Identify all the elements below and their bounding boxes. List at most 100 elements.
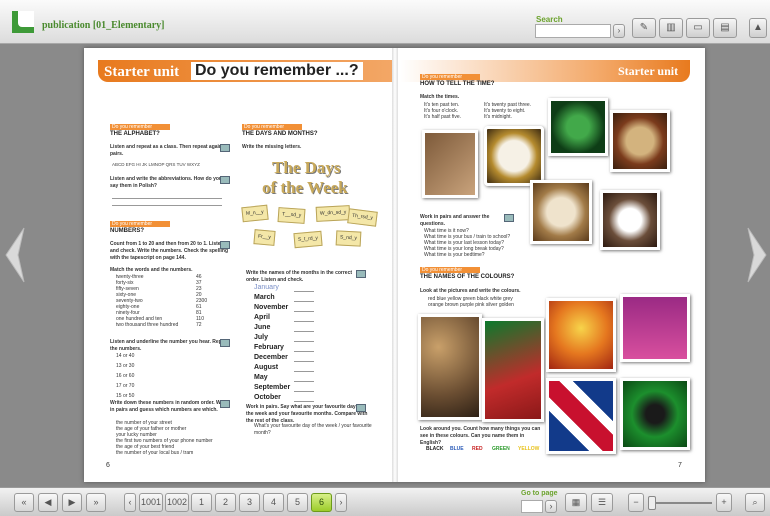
goto-button[interactable]: › <box>545 500 557 513</box>
page-button[interactable]: 3 <box>239 493 260 512</box>
day-card: M_n__y <box>241 204 269 223</box>
colour-photo-c <box>546 298 616 372</box>
unit-title: Starter unit <box>618 64 679 78</box>
day-card: S_nd_y <box>335 230 362 247</box>
exercise-7: Write the missing letters. <box>242 144 302 150</box>
colour-photo-f <box>620 378 690 450</box>
zoom-in-button[interactable]: + <box>716 493 732 512</box>
list-item: the number of your local bus / tram <box>116 450 194 456</box>
list-view-button[interactable]: ☰ <box>591 493 613 512</box>
section-tag: Do you remember <box>242 124 302 130</box>
chevron-right-icon: › <box>549 501 553 511</box>
section-tag: Do you remember <box>110 124 170 130</box>
days-title-1: The Days <box>272 158 341 177</box>
page-button[interactable]: 1001 <box>139 493 163 512</box>
audio-icon <box>356 270 366 278</box>
month-item: April <box>254 314 270 321</box>
page-button[interactable]: 5 <box>287 493 308 512</box>
exercise-3: Count from 1 to 20 and then from 20 to 1… <box>110 241 228 261</box>
minus-icon: − <box>633 497 639 507</box>
tools-button[interactable]: ✎ <box>632 18 656 38</box>
alphabet-row: ABCD EFG HI JK LMNOP QRS TUV WXYZ <box>112 162 200 167</box>
prev-page-arrow[interactable] <box>4 226 26 284</box>
clock-photo-a <box>422 130 478 198</box>
answer-line <box>112 205 222 206</box>
month-item: March <box>254 294 275 301</box>
book-spread: Starter unit Do you remember ...? Do you… <box>84 48 705 482</box>
page-button[interactable]: 1002 <box>165 493 189 512</box>
month-item: August <box>254 364 279 371</box>
section-title: THE DAYS AND MONTHS? <box>242 131 318 137</box>
page-button-current[interactable]: 6 <box>311 493 332 512</box>
exercise-11: Work in pairs and answer the questions. <box>420 214 490 227</box>
list-item: What time is your bedtime? <box>424 252 485 258</box>
month-item: February <box>254 344 284 351</box>
page-number: 7 <box>678 462 682 469</box>
clock-photo-e <box>530 180 592 244</box>
pairwork-icon <box>504 214 514 222</box>
bottom-toolbar: « ◀ ▶ » ‹ 1001 1002 1 2 3 4 5 6 › Go to … <box>0 487 770 516</box>
fullscreen-button[interactable]: ⌕ <box>745 493 765 512</box>
grid-icon: ▦ <box>571 497 581 507</box>
day-card: T__sd_y <box>277 207 306 224</box>
unit-title: Starter unit <box>104 64 180 80</box>
print-button[interactable]: ▤ <box>713 18 737 38</box>
audio-icon <box>220 144 230 152</box>
day-card: Fr__y <box>253 229 276 246</box>
zoom-slider-handle[interactable] <box>648 496 656 510</box>
exercise-10: Match the times. <box>420 94 460 100</box>
page-button[interactable]: 4 <box>263 493 284 512</box>
next-button[interactable]: ▶ <box>62 493 82 512</box>
colour-photo-a <box>418 314 482 420</box>
clock-photo-f <box>600 190 660 250</box>
page-button[interactable]: 1 <box>191 493 212 512</box>
day-card: S_t_rd_y <box>293 230 323 249</box>
plus-icon: + <box>721 497 727 507</box>
colour-word: BLUE <box>450 446 464 452</box>
page-button[interactable]: 2 <box>215 493 236 512</box>
audio-icon <box>220 339 230 347</box>
last-page-button[interactable]: » <box>86 493 106 512</box>
zoom-slider[interactable] <box>648 502 712 504</box>
magnifier-icon: ⌕ <box>752 497 758 507</box>
search-label: Search <box>536 15 563 24</box>
list-item: 14 or 40 <box>116 353 135 359</box>
open-button[interactable]: ▭ <box>686 18 710 38</box>
search-go-button[interactable]: › <box>613 24 625 38</box>
double-left-icon: « <box>21 497 27 507</box>
chevron-right-icon: › <box>339 497 343 507</box>
audio-icon <box>220 241 230 249</box>
next-page-arrow[interactable] <box>746 226 768 284</box>
chevron-left-icon: ‹ <box>128 497 132 507</box>
colour-word: RED <box>472 446 483 452</box>
month-item: July <box>254 334 269 341</box>
month-item: June <box>254 324 271 331</box>
zoom-out-button[interactable]: − <box>628 493 644 512</box>
exercise-4: Match the words and the numbers. <box>110 267 193 273</box>
month-item: May <box>254 374 268 381</box>
answer-line <box>112 198 222 199</box>
pages-next-button[interactable]: › <box>335 493 347 512</box>
list-icon: ☰ <box>597 497 607 507</box>
search-input[interactable] <box>535 24 611 38</box>
thumbnails-button[interactable]: ▥ <box>659 18 683 38</box>
first-page-button[interactable]: « <box>14 493 34 512</box>
printer-icon: ▤ <box>720 22 730 33</box>
list-item: It's midnight. <box>484 114 512 120</box>
colour-word: BLACK <box>426 446 444 452</box>
days-title-2: of the Week <box>262 178 348 197</box>
section-title: THE NAMES OF THE COLOURS? <box>420 274 515 280</box>
day-card: Th_rsd_y <box>347 208 378 227</box>
pages-prev-button[interactable]: ‹ <box>124 493 136 512</box>
collapse-button[interactable]: ▲ <box>749 18 767 38</box>
month-item: December <box>254 354 288 361</box>
goto-label: Go to page <box>521 490 558 497</box>
prev-button[interactable]: ◀ <box>38 493 58 512</box>
exercise-13: Look around you. Count how many things y… <box>420 426 541 446</box>
goto-page-input[interactable] <box>521 500 543 513</box>
folder-icon: ▭ <box>693 22 703 33</box>
exercise-12: Look at the pictures and write the colou… <box>420 288 521 294</box>
exercise-2: Listen and write the abbreviations. How … <box>110 176 222 189</box>
section-tag: Do you remember <box>110 221 170 227</box>
grid-view-button[interactable]: ▦ <box>565 493 587 512</box>
